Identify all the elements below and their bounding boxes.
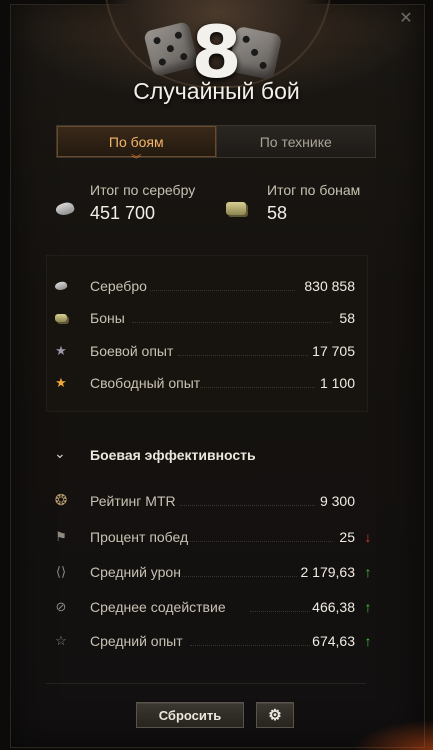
stats-tabs: По боям ︾ По технике [56, 125, 376, 166]
totals-row-battle-xp: ★ Боевой опыт 17 705 [0, 340, 433, 364]
dotted-leader [200, 387, 315, 388]
efficiency-title: Боевая эффективность [90, 447, 256, 463]
chevron-down-icon[interactable]: ⌄ [54, 445, 66, 462]
dotted-leader [178, 355, 308, 356]
credits-icon [54, 200, 76, 218]
trend-down-arrow-icon: ↓ [364, 529, 372, 545]
row-label: Среднее содействие [90, 599, 226, 615]
bonds-total-label: Итог по бонам [267, 182, 361, 198]
damage-icon: ⟨⟩ [55, 564, 67, 579]
chevron-down-icon: ︾ [131, 155, 142, 166]
dotted-leader [150, 290, 295, 291]
rating-laurel-icon: ❂ [54, 492, 68, 509]
flag-icon: ⚑ [55, 529, 67, 544]
row-value: 9 300 [319, 493, 355, 509]
totals-row-bonds: Боны 58 [0, 307, 433, 331]
efficiency-row-avg-xp: ☆ Средний опыт 674,63 ↑ [0, 630, 433, 654]
dotted-leader [182, 576, 297, 577]
row-label: Свободный опыт [90, 375, 201, 391]
totals-row-free-xp: ★ Свободный опыт 1 100 [0, 372, 433, 396]
tab-by-battles[interactable]: По боям ︾ [57, 126, 216, 166]
dotted-leader [180, 505, 315, 506]
dotted-leader [190, 645, 310, 646]
free-xp-star-icon: ★ [55, 375, 67, 390]
dotted-leader [188, 541, 333, 542]
xp-laurel-icon: ☆ [55, 633, 67, 648]
row-value: 466,38 [312, 599, 355, 615]
efficiency-row-mtr: ❂ Рейтинг MTR 9 300 [0, 490, 433, 514]
row-value: 830 858 [304, 278, 355, 294]
row-value: 674,63 [312, 633, 355, 649]
efficiency-row-assist: ⊘ Среднее содействие 466,38 ↑ [0, 596, 433, 620]
bond-icon [54, 311, 68, 325]
row-label: Средний опыт [90, 633, 183, 649]
settings-button[interactable]: ⚙ [256, 702, 294, 728]
efficiency-row-winrate: ⚑ Процент побед 25 ↓ [0, 526, 433, 550]
dotted-leader [250, 611, 310, 612]
silver-total-value: 451 700 [90, 203, 156, 223]
silver-total-label: Итог по серебру [90, 182, 196, 198]
credits-icon [53, 279, 69, 293]
dotted-leader [132, 322, 332, 323]
star-icon: ★ [55, 343, 67, 358]
row-value: 2 179,63 [300, 564, 356, 580]
reset-button[interactable]: Сбросить [136, 702, 244, 728]
row-label: Серебро [90, 278, 147, 294]
row-label: Средний урон [90, 564, 181, 580]
tab-label: По технике [259, 133, 332, 150]
corner-glow [353, 720, 433, 750]
close-icon[interactable]: ✕ [399, 11, 413, 27]
row-label: Процент побед [90, 529, 189, 545]
row-value: 58 [339, 310, 355, 326]
trend-up-arrow-icon: ↑ [364, 633, 372, 649]
gear-icon: ⚙ [268, 707, 282, 724]
tab-label: По боям [108, 133, 164, 150]
row-value: 17 705 [312, 343, 355, 359]
battle-type-title: Случайный бой [133, 78, 300, 104]
row-label: Рейтинг MTR [90, 493, 176, 509]
bonds-total-value: 58 [267, 203, 288, 223]
row-value: 1 100 [319, 375, 355, 391]
footer-divider [46, 683, 366, 684]
bond-icon [226, 202, 246, 215]
row-label: Боевой опыт [90, 343, 174, 359]
row-value: 25 [339, 529, 355, 545]
trend-up-arrow-icon: ↑ [364, 599, 372, 615]
tab-by-vehicle[interactable]: По технике [215, 126, 375, 157]
efficiency-header[interactable]: ⌄ Боевая эффективность [0, 444, 433, 468]
row-label: Боны [90, 310, 125, 326]
trend-up-arrow-icon: ↑ [364, 564, 372, 580]
summary-section: Итог по серебру 451 700 Итог по бонам 58 [0, 180, 433, 230]
totals-row-silver: Серебро 830 858 [0, 275, 433, 299]
efficiency-row-damage: ⟨⟩ Средний урон 2 179,63 ↑ [0, 561, 433, 585]
assist-icon: ⊘ [55, 599, 67, 614]
